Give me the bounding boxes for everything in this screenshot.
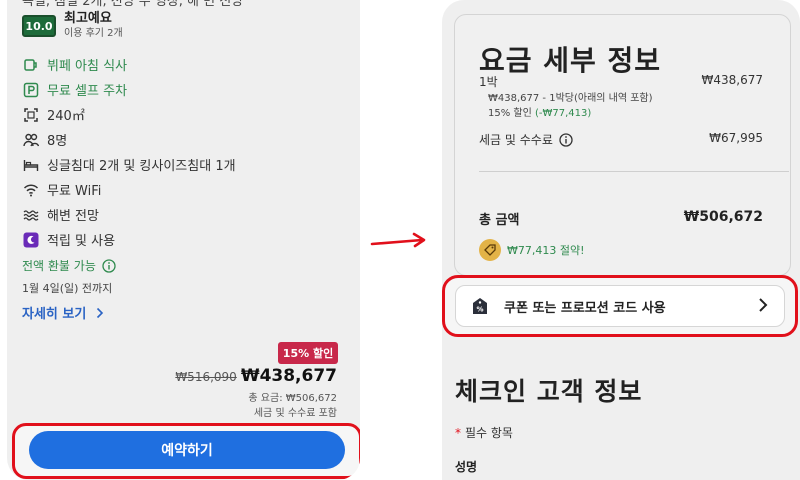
tax-note: 세금 및 수수료 포함: [253, 408, 337, 419]
room-description-cut: 욕실, 침실 2개, 전망 수 영장, 해 변 전망: [22, 0, 244, 9]
discount-badge: 15% 할인: [278, 342, 338, 364]
amenity-area: 240㎡: [22, 102, 236, 127]
info-icon[interactable]: [102, 258, 116, 273]
per-night-breakdown: ₩438,677 - 1박당(아래의 내역 포함): [488, 93, 653, 104]
info-icon[interactable]: [559, 132, 573, 147]
waves-icon: [22, 206, 40, 224]
svg-text:%: %: [476, 306, 483, 314]
checkout-panel: 요금 세부 정보 1박 ₩438,677 ₩438,677 - 1박당(아래의 …: [442, 0, 800, 480]
refund-deadline: 1월 4일(일) 전까지: [22, 282, 113, 295]
amenity-rewards: 적립 및 사용: [22, 227, 236, 252]
book-button[interactable]: 예약하기: [29, 431, 345, 469]
fee-details-title: 요금 세부 정보: [479, 44, 662, 77]
total-price: 총 요금: ₩506,672: [248, 393, 337, 404]
coupon-tag-icon: %: [472, 297, 490, 315]
coupon-button[interactable]: % 쿠폰 또는 프로모션 코드 사용: [455, 285, 785, 327]
total-label: 총 금액: [479, 213, 520, 228]
rating-score-badge: 10.0: [22, 15, 56, 37]
chevron-right-icon: [96, 307, 104, 319]
refund-policy: 전액 환불 가능 1월 4일(일) 전까지: [22, 257, 116, 296]
rating-label: 최고예요: [64, 11, 112, 26]
original-price: ₩516,090: [175, 370, 237, 384]
nights-value: ₩438,677: [701, 73, 764, 87]
price-row: ₩516,090 ₩438,677: [175, 366, 337, 386]
total-value: ₩506,672: [683, 209, 763, 225]
area-icon: [22, 106, 40, 124]
amenity-wifi: 무료 WiFi: [22, 177, 236, 202]
rating: 10.0 최고예요 이용 후기 2개: [22, 12, 123, 40]
required-note: * 필수 항목: [455, 426, 513, 440]
rewards-icon: [22, 231, 40, 249]
people-icon: [22, 131, 40, 149]
room-summary-panel: 욕실, 침실 2개, 전망 수 영장, 해 변 전망 10.0 최고예요 이용 …: [7, 0, 360, 480]
fee-details-card: 요금 세부 정보 1박 ₩438,677 ₩438,677 - 1박당(아래의 …: [454, 14, 791, 276]
saving-text: ₩77,413 절약!: [507, 244, 585, 257]
review-count: 이용 후기 2개: [64, 28, 123, 39]
refund-title: 전액 환불 가능: [22, 259, 96, 273]
amenity-beach-view: 해변 전망: [22, 202, 236, 227]
wifi-icon: [22, 181, 40, 199]
full-name-label: 성명: [455, 460, 478, 474]
tag-icon: [479, 239, 501, 261]
tax-row: 세금 및 수수료: [479, 131, 573, 148]
amenity-beds: 싱글침대 2개 및 킹사이즈침대 1개: [22, 152, 236, 177]
amenity-occupancy: 8명: [22, 127, 236, 152]
divider: [479, 171, 789, 172]
discounted-price: ₩438,677: [240, 366, 337, 386]
see-details-link[interactable]: 자세히 보기: [22, 303, 104, 322]
amenity-list: 뷔페 아침 식사 무료 셀프 주차 240㎡ 8명 싱글침대 2개 및 킹사이즈…: [22, 52, 236, 252]
checkin-guest-title: 체크인 고객 정보: [455, 377, 643, 406]
tax-value: ₩67,995: [709, 131, 763, 145]
coffee-cup-icon: [22, 56, 40, 74]
discount-breakdown: 15% 할인 (-₩77,413): [488, 108, 592, 119]
saving-row: ₩77,413 절약!: [479, 239, 585, 261]
tax-label: 세금 및 수수료: [479, 133, 553, 147]
amenity-breakfast: 뷔페 아침 식사: [22, 52, 236, 77]
chevron-right-icon: [758, 297, 768, 317]
bed-icon: [22, 156, 40, 174]
nights-label: 1박: [479, 75, 498, 89]
arrow-icon: [370, 232, 426, 248]
amenity-parking: 무료 셀프 주차: [22, 77, 236, 102]
parking-icon: [22, 81, 40, 99]
